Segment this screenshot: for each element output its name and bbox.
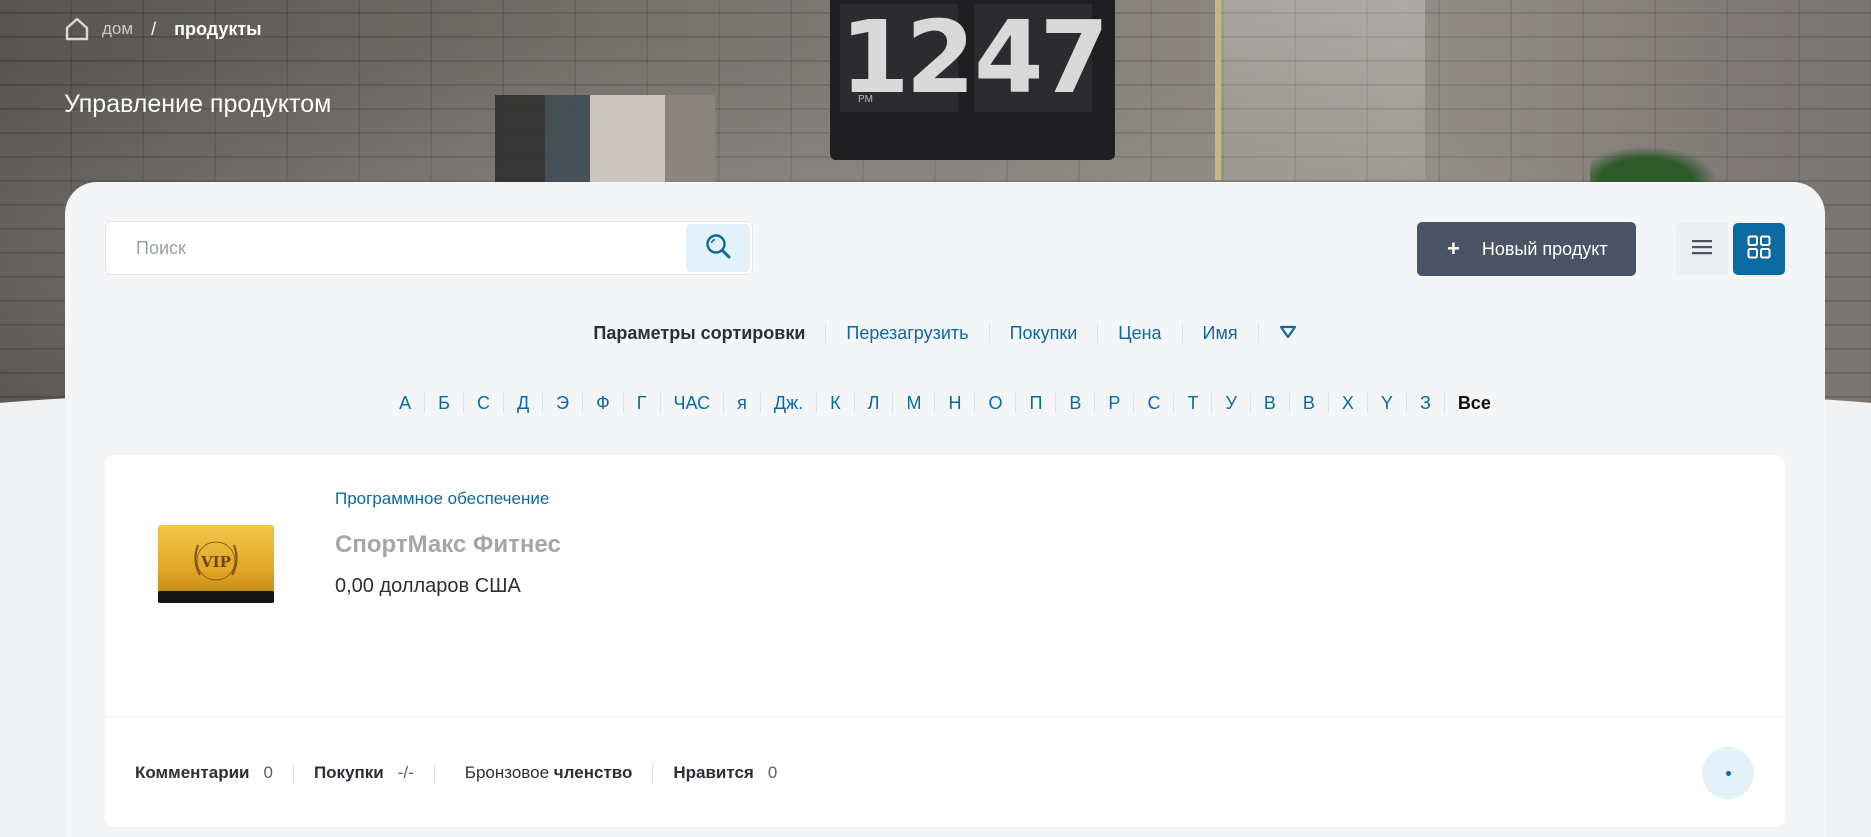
sort-option-purchases[interactable]: Покупки: [990, 323, 1099, 343]
stat-purchases: Покупки -/-: [314, 763, 435, 783]
alpha-letter[interactable]: Б: [425, 393, 464, 413]
hero-clock-decoration: 12 47 PM: [830, 0, 1115, 160]
alpha-letter[interactable]: А: [386, 393, 426, 413]
sort-label: Параметры сортировки: [573, 323, 827, 343]
product-category-link[interactable]: Программное обеспечение: [335, 489, 549, 509]
product-card: VIP Программное обеспечение СпортМакс Фи…: [105, 455, 1785, 827]
stat-comments: Комментарии 0: [135, 763, 294, 783]
triangle-down-icon: [1279, 323, 1297, 343]
product-thumbnail[interactable]: VIP: [158, 525, 274, 605]
search-icon: [704, 232, 732, 265]
alpha-letter[interactable]: С: [1134, 393, 1175, 413]
new-product-button[interactable]: + Новый продукт: [1417, 222, 1636, 276]
alphabet-filter: А Б С Д Э Ф Г ЧАС я Дж. К Л М Н О П В Р …: [65, 387, 1825, 419]
alpha-letter[interactable]: З: [1407, 393, 1445, 413]
product-price: 0,00 долларов США: [335, 575, 521, 597]
grid-icon: [1747, 235, 1771, 264]
hero-books-decoration: [495, 95, 715, 185]
new-product-label: Новый продукт: [1481, 238, 1608, 259]
alpha-letter[interactable]: Д: [504, 393, 544, 413]
alpha-letter[interactable]: Y: [1368, 393, 1407, 413]
stat-comments-label: Комментарии: [135, 763, 250, 782]
stat-likes: Нравится 0: [673, 763, 797, 783]
breadcrumb-current: продукты: [174, 18, 262, 39]
breadcrumb: дом / продукты: [64, 14, 262, 44]
home-icon[interactable]: [64, 16, 90, 42]
search-button[interactable]: [686, 224, 750, 272]
page-title: Управление продуктом: [64, 90, 332, 118]
search-box: [105, 221, 753, 275]
alpha-letter[interactable]: Т: [1174, 393, 1213, 413]
clock-minutes: 47: [974, 0, 1109, 116]
sort-option-name[interactable]: Имя: [1183, 323, 1259, 343]
clock-meridiem: PM: [858, 94, 873, 105]
stat-comments-value: 0: [263, 763, 273, 782]
alpha-letter[interactable]: М: [893, 393, 936, 413]
sort-options: Параметры сортировки Перезагрузить Покуп…: [65, 317, 1825, 349]
alpha-letter[interactable]: Дж.: [761, 393, 818, 413]
stat-purchases-value: -/-: [397, 763, 414, 782]
alpha-letter[interactable]: С: [464, 393, 504, 413]
product-name-link[interactable]: СпортМакс Фитнес: [335, 531, 561, 559]
sort-option-price[interactable]: Цена: [1098, 323, 1183, 343]
alpha-letter[interactable]: Н: [935, 393, 976, 413]
sort-option-reload[interactable]: Перезагрузить: [826, 323, 990, 343]
membership-badge: Бронзовое членство: [455, 763, 633, 783]
alpha-letter[interactable]: Х: [1329, 393, 1368, 413]
list-icon: [1691, 238, 1713, 261]
alpha-letter[interactable]: П: [1016, 393, 1057, 413]
alpha-letter[interactable]: Л: [855, 393, 894, 413]
stat-purchases-label: Покупки: [313, 763, 384, 782]
breadcrumb-home-link[interactable]: дом: [102, 19, 133, 39]
search-input[interactable]: [107, 223, 682, 273]
hero-stand-decoration: [1215, 0, 1425, 180]
more-options-button[interactable]: [1702, 747, 1754, 799]
plus-icon: +: [1447, 236, 1460, 261]
product-stats: Комментарии 0 Покупки -/- Бронзовое член…: [135, 761, 817, 785]
alpha-all[interactable]: Все: [1445, 393, 1504, 413]
alpha-letter[interactable]: ЧАС: [661, 393, 725, 413]
alpha-letter[interactable]: В: [1251, 393, 1290, 413]
alpha-letter[interactable]: В: [1056, 393, 1096, 413]
membership-prefix: Бронзовое: [464, 763, 550, 782]
alpha-letter[interactable]: Э: [543, 393, 584, 413]
alpha-letter[interactable]: Г: [624, 393, 661, 413]
stat-likes-label: Нравится: [673, 763, 754, 782]
alpha-letter[interactable]: К: [817, 393, 855, 413]
list-view-button[interactable]: [1676, 223, 1728, 275]
svg-text:VIP: VIP: [200, 553, 231, 571]
stat-likes-value: 0: [767, 763, 778, 782]
grid-view-button[interactable]: [1733, 223, 1785, 275]
product-panel: + Новый продукт Параметры сортировки Пер…: [65, 182, 1825, 837]
alpha-letter[interactable]: О: [975, 393, 1017, 413]
sort-direction-toggle[interactable]: [1259, 323, 1317, 343]
more-dots-icon: [1725, 770, 1731, 776]
alpha-letter[interactable]: У: [1212, 393, 1251, 413]
card-divider: [105, 716, 1785, 717]
alpha-letter[interactable]: Р: [1095, 393, 1135, 413]
stat-membership: Бронзовое членство: [455, 763, 654, 783]
alpha-letter[interactable]: Ф: [583, 393, 624, 413]
membership-bold: членство: [553, 763, 633, 782]
breadcrumb-separator: /: [151, 18, 157, 39]
alpha-letter[interactable]: В: [1290, 393, 1329, 413]
alpha-letter[interactable]: я: [724, 393, 761, 413]
